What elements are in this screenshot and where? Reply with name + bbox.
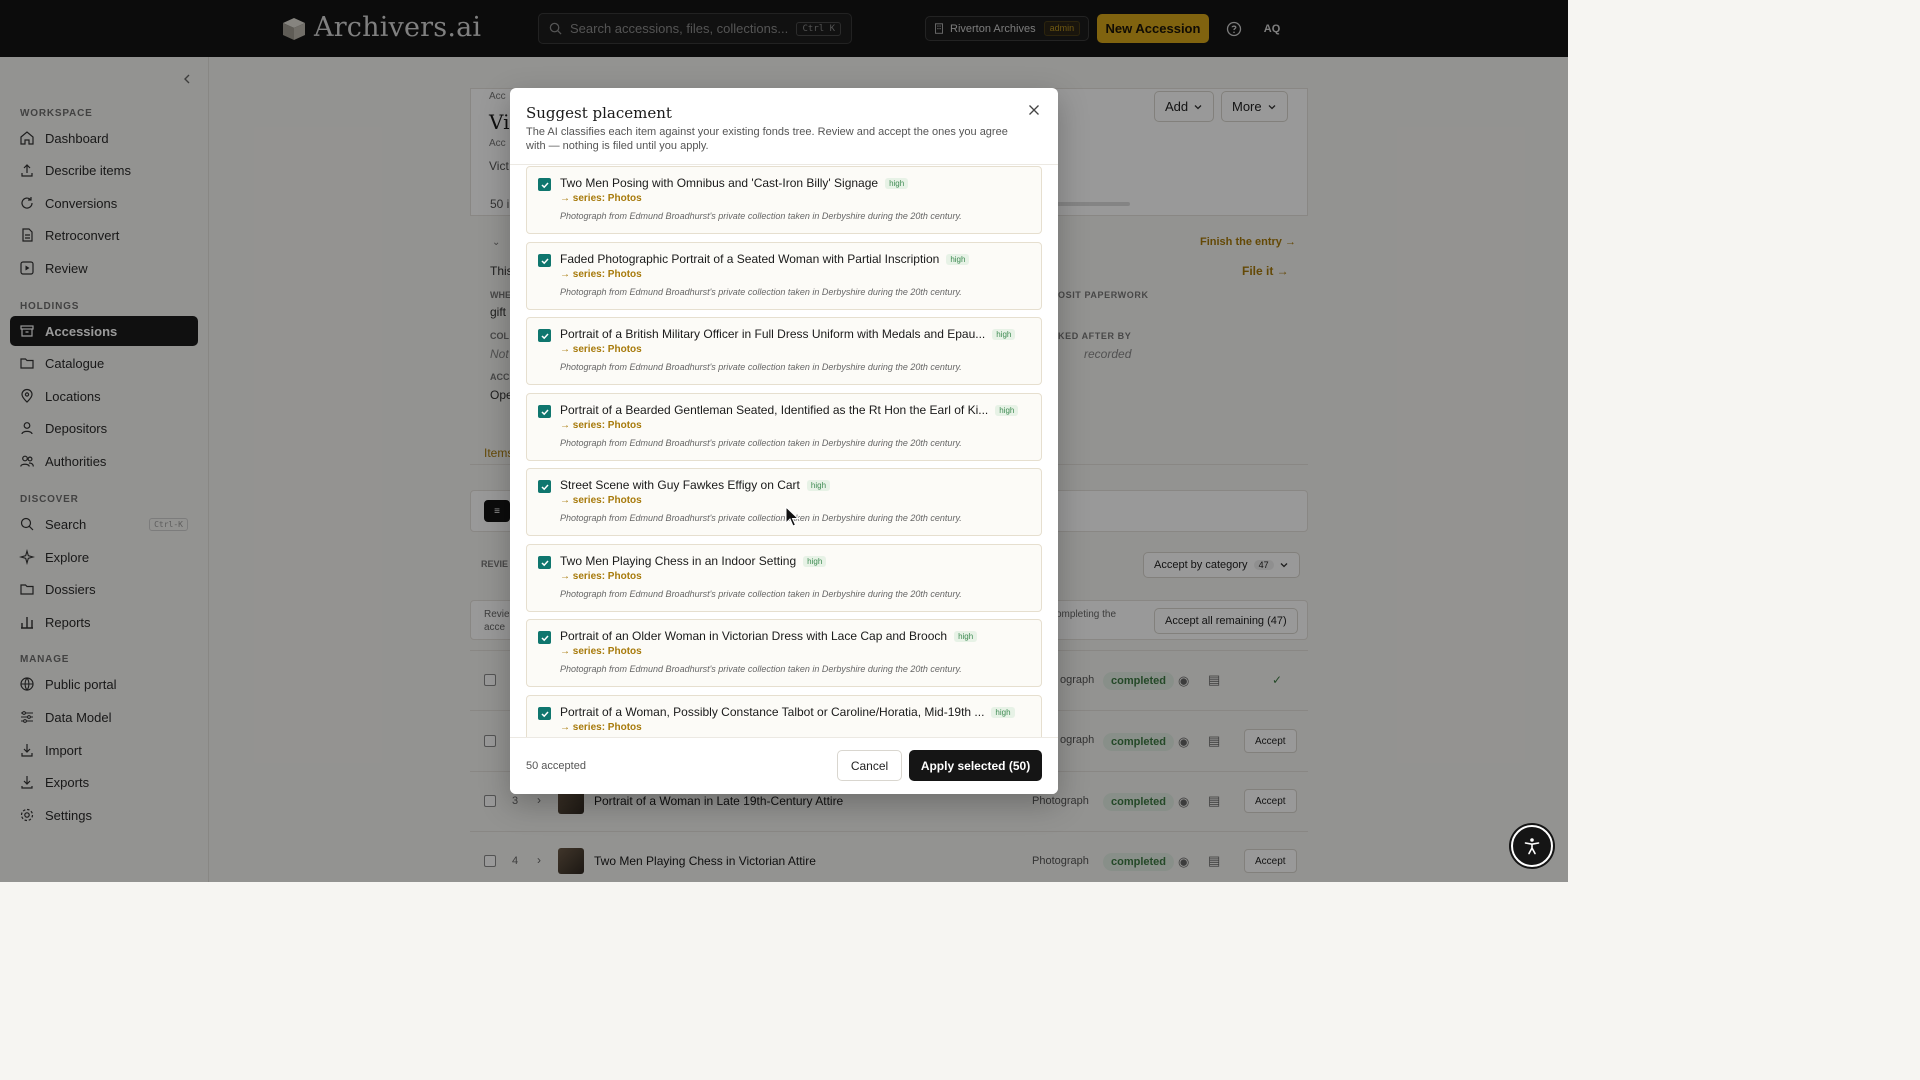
suggestion-description: Photograph from Edmund Broadhurst's priv…: [560, 362, 962, 372]
dialog-footer: 50 accepted Cancel Apply selected (50): [510, 737, 1058, 794]
series-target: → series: Photos: [560, 269, 642, 280]
mouse-cursor-icon: [785, 506, 799, 527]
check-icon: [540, 634, 549, 641]
title-text: Two Men Posing with Omnibus and 'Cast-Ir…: [560, 176, 879, 190]
item-checkbox[interactable]: [538, 178, 551, 191]
suggestion-title: Portrait of an Older Woman in Victorian …: [560, 629, 978, 643]
suggestion-list[interactable]: Two Men Posing with Omnibus and 'Cast-Ir…: [510, 164, 1058, 737]
check-icon: [540, 559, 549, 566]
series-target: → series: Photos: [560, 571, 642, 582]
series-target: → series: Photos: [560, 722, 642, 733]
confidence-badge: high: [991, 706, 1015, 718]
check-icon: [540, 710, 549, 717]
suggestion-title: Two Men Playing Chess in an Indoor Setti…: [560, 554, 827, 568]
title-text: Portrait of a British Military Officer i…: [560, 327, 986, 341]
check-icon: [540, 408, 549, 415]
suggestion-title: Two Men Posing with Omnibus and 'Cast-Ir…: [560, 176, 909, 190]
item-checkbox[interactable]: [538, 556, 551, 569]
suggestion-card[interactable]: Two Men Posing with Omnibus and 'Cast-Ir…: [526, 166, 1042, 234]
suggestion-description: Photograph from Edmund Broadhurst's priv…: [560, 211, 962, 221]
suggestion-title: Street Scene with Guy Fawkes Effigy on C…: [560, 478, 831, 492]
confidence-badge: high: [954, 630, 978, 642]
item-checkbox[interactable]: [538, 480, 551, 493]
suggestion-card[interactable]: Faded Photographic Portrait of a Seated …: [526, 242, 1042, 310]
item-checkbox[interactable]: [538, 329, 551, 342]
item-checkbox[interactable]: [538, 405, 551, 418]
suggestion-title: Portrait of a British Military Officer i…: [560, 327, 1016, 341]
cancel-button[interactable]: Cancel: [837, 750, 902, 781]
suggestion-card[interactable]: Street Scene with Guy Fawkes Effigy on C…: [526, 468, 1042, 536]
series-target: → series: Photos: [560, 646, 642, 657]
suggestion-card[interactable]: Portrait of a Woman, Possibly Constance …: [526, 695, 1042, 737]
suggest-placement-dialog: Suggest placement The AI classifies each…: [510, 88, 1058, 794]
series-target: → series: Photos: [560, 344, 642, 355]
series-target: → series: Photos: [560, 193, 642, 204]
suggestion-description: Photograph from Edmund Broadhurst's priv…: [560, 589, 962, 599]
series-target: → series: Photos: [560, 420, 642, 431]
check-icon: [540, 257, 549, 264]
check-icon: [540, 332, 549, 339]
title-text: Faded Photographic Portrait of a Seated …: [560, 252, 940, 266]
title-text: Two Men Playing Chess in an Indoor Setti…: [560, 554, 797, 568]
suggestion-card[interactable]: Two Men Playing Chess in an Indoor Setti…: [526, 544, 1042, 612]
dialog-title: Suggest placement: [526, 104, 672, 122]
confidence-badge: high: [885, 177, 909, 189]
suggestion-title: Portrait of a Bearded Gentleman Seated, …: [560, 403, 1019, 417]
suggestion-card[interactable]: Portrait of an Older Woman in Victorian …: [526, 619, 1042, 687]
suggestion-description: Photograph from Edmund Broadhurst's priv…: [560, 287, 962, 297]
check-icon: [540, 181, 549, 188]
series-target: → series: Photos: [560, 495, 642, 506]
confidence-badge: high: [946, 253, 970, 265]
title-text: Portrait of a Woman, Possibly Constance …: [560, 705, 985, 719]
confidence-badge: high: [806, 479, 831, 491]
title-text: Portrait of an Older Woman in Victorian …: [560, 629, 948, 643]
check-icon: [540, 483, 549, 490]
item-checkbox[interactable]: [538, 631, 551, 644]
suggestion-card[interactable]: Portrait of a Bearded Gentleman Seated, …: [526, 393, 1042, 461]
suggestion-description: Photograph from Edmund Broadhurst's priv…: [560, 513, 962, 523]
apply-selected-button[interactable]: Apply selected (50): [909, 750, 1042, 781]
title-text: Street Scene with Guy Fawkes Effigy on C…: [560, 478, 800, 492]
item-checkbox[interactable]: [538, 254, 551, 267]
accepted-count: 50 accepted: [526, 760, 586, 772]
confidence-badge: high: [995, 404, 1019, 416]
suggestion-description: Photograph from Edmund Broadhurst's priv…: [560, 438, 962, 448]
suggestion-title: Portrait of a Woman, Possibly Constance …: [560, 705, 1015, 719]
dialog-description: The AI classifies each item against your…: [526, 126, 1008, 152]
confidence-badge: high: [803, 555, 827, 567]
accessibility-icon: [1524, 838, 1540, 855]
confidence-badge: high: [992, 328, 1016, 340]
suggestion-description: Photograph from Edmund Broadhurst's priv…: [560, 664, 962, 674]
suggestion-title: Faded Photographic Portrait of a Seated …: [560, 252, 970, 266]
suggestion-card[interactable]: Portrait of a British Military Officer i…: [526, 317, 1042, 385]
close-icon[interactable]: [1026, 102, 1042, 118]
accessibility-button[interactable]: [1511, 825, 1553, 867]
item-checkbox[interactable]: [538, 707, 551, 720]
title-text: Portrait of a Bearded Gentleman Seated, …: [560, 403, 989, 417]
